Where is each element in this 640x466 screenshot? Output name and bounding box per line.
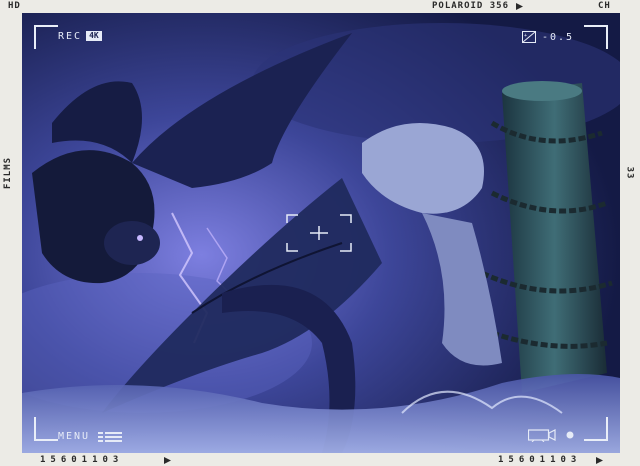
menu-lines-icon [98,431,123,442]
hud-corner-bottom-right [584,417,608,441]
frame-code-left-text: 15601103 [40,455,124,465]
menu-label: MENU [58,431,91,442]
play-icon [164,456,172,464]
camera-icon[interactable] [528,428,556,442]
frame-label-hd: HD [8,1,21,11]
exposure-value: -0.5 [542,31,575,43]
hud-corner-bottom-left [34,417,58,441]
menu-button[interactable]: MENU [58,431,123,442]
rec-label: REC [58,31,83,42]
quality-badge: 4K [86,31,102,41]
frame-code-left: 15601103 [40,455,172,465]
play-icon [516,2,524,10]
frame-code-right-text: 15601103 [498,455,582,465]
frame-label-number: 33 [624,166,635,180]
frame-label-films: FILMS [3,156,14,190]
hud-corner-top-right [584,25,608,49]
hud-corner-top-left [34,25,58,49]
play-icon [596,456,604,464]
record-dot-icon[interactable] [566,431,574,439]
frame-label-ch: CH [598,1,611,11]
frame-film-brand: POLAROID 356 [432,1,524,11]
rec-indicator: REC 4K [58,31,102,42]
dragon-battle-photo: REC 4K + -0.5 MENU [22,13,620,453]
focus-reticle-icon [286,214,352,252]
exposure-icon: + [522,31,536,43]
frame-code-right: 15601103 [498,455,604,465]
camera-controls [528,428,574,442]
frame-label-brand: POLAROID 356 [432,1,510,11]
exposure-indicator: + -0.5 [522,31,574,43]
svg-text:+: + [524,33,529,39]
